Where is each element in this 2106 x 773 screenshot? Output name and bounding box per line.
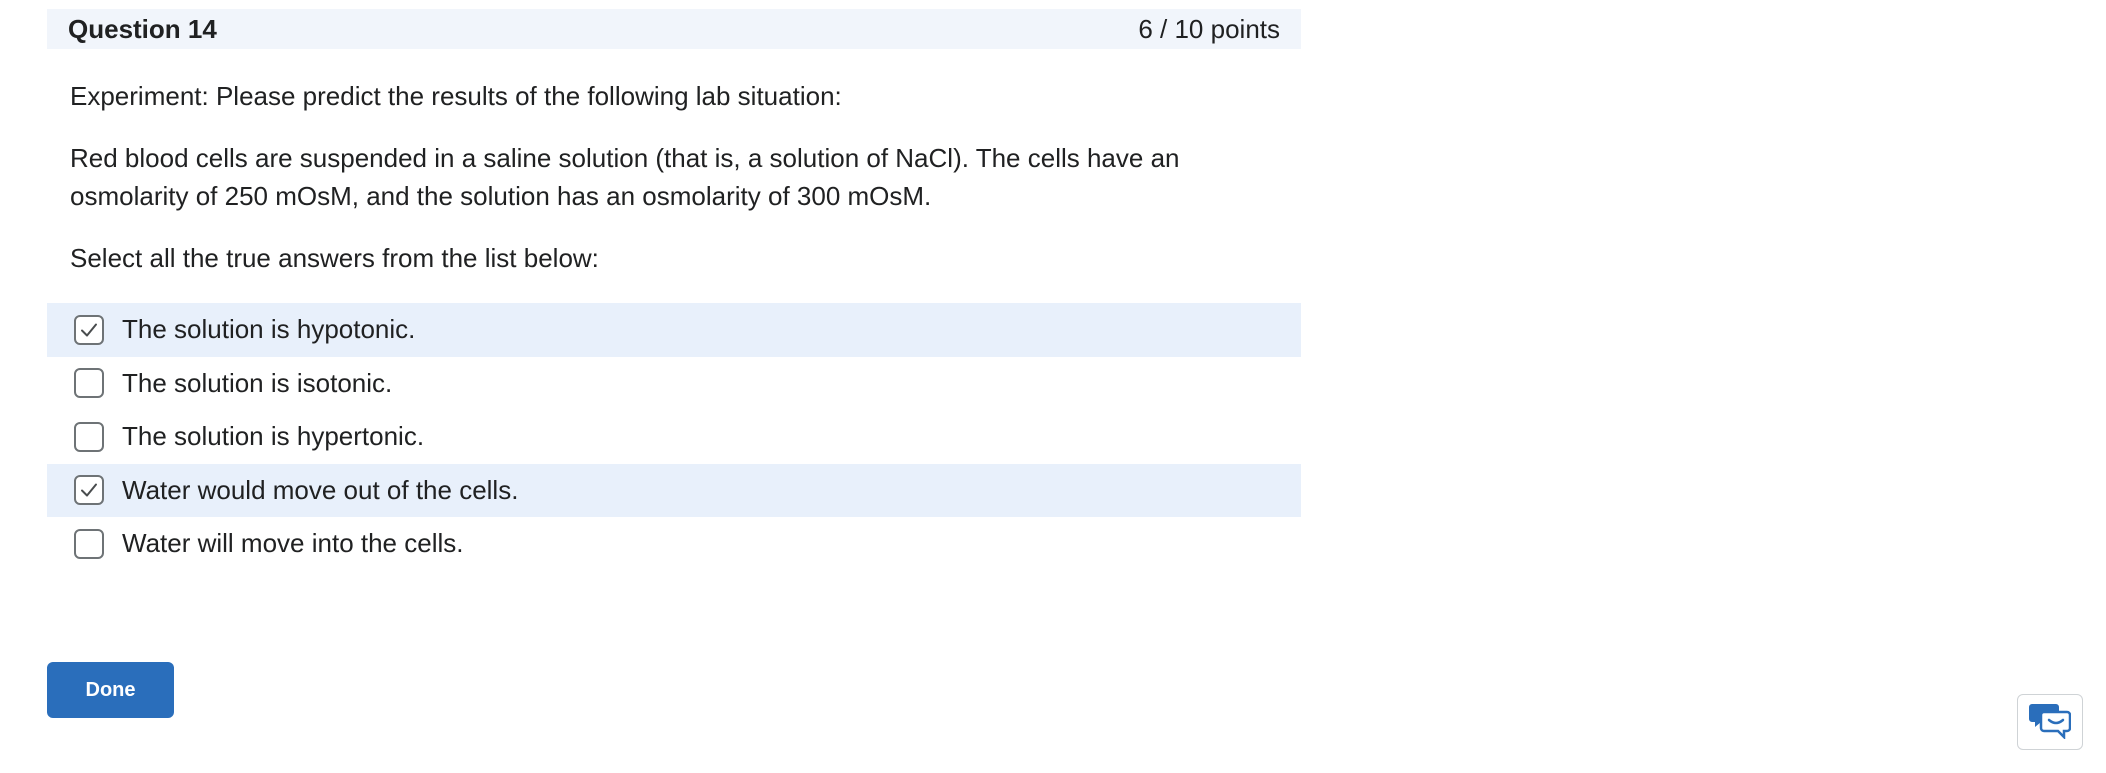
checkmark-icon [81, 323, 97, 337]
answer-option-label: The solution is hypertonic. [122, 421, 425, 452]
answer-checkbox[interactable] [74, 528, 104, 559]
question-card: Question 14 6 / 10 points Experiment: Pl… [47, 9, 1301, 571]
answer-options: The solution is hypotonic. The solution … [47, 303, 1301, 571]
answer-option[interactable]: The solution is isotonic. [47, 357, 1301, 411]
checkmark-icon [81, 483, 97, 497]
question-header: Question 14 6 / 10 points [47, 9, 1301, 49]
done-button[interactable]: Done [47, 662, 174, 718]
question-scenario: Red blood cells are suspended in a salin… [70, 143, 1180, 211]
question-prompt: Experiment: Please predict the results o… [70, 81, 842, 111]
answer-option[interactable]: Water would move out of the cells. [47, 463, 1301, 517]
question-instruction: Select all the true answers from the lis… [70, 243, 599, 273]
answer-checkbox[interactable] [74, 368, 104, 399]
answer-checkbox[interactable] [74, 421, 104, 452]
answer-option-label: Water will move into the cells. [122, 528, 464, 559]
feedback-button[interactable] [2017, 694, 2083, 750]
question-title: Question 14 [68, 13, 217, 44]
chat-bubbles-icon [2029, 701, 2072, 744]
answer-option[interactable]: The solution is hypertonic. [47, 410, 1301, 464]
question-points: 6 / 10 points [1138, 13, 1280, 44]
answer-option-label: Water would move out of the cells. [122, 474, 519, 505]
answer-option-label: The solution is hypotonic. [122, 314, 416, 345]
answer-option-label: The solution is isotonic. [122, 367, 393, 398]
answer-option[interactable]: Water will move into the cells. [47, 517, 1301, 571]
answer-checkbox[interactable] [74, 475, 104, 506]
answer-checkbox[interactable] [74, 314, 104, 345]
answer-option[interactable]: The solution is hypotonic. [47, 303, 1301, 357]
question-body: Experiment: Please predict the results o… [47, 77, 1301, 571]
quiz-page: Question 14 6 / 10 points Experiment: Pl… [0, 0, 2106, 773]
